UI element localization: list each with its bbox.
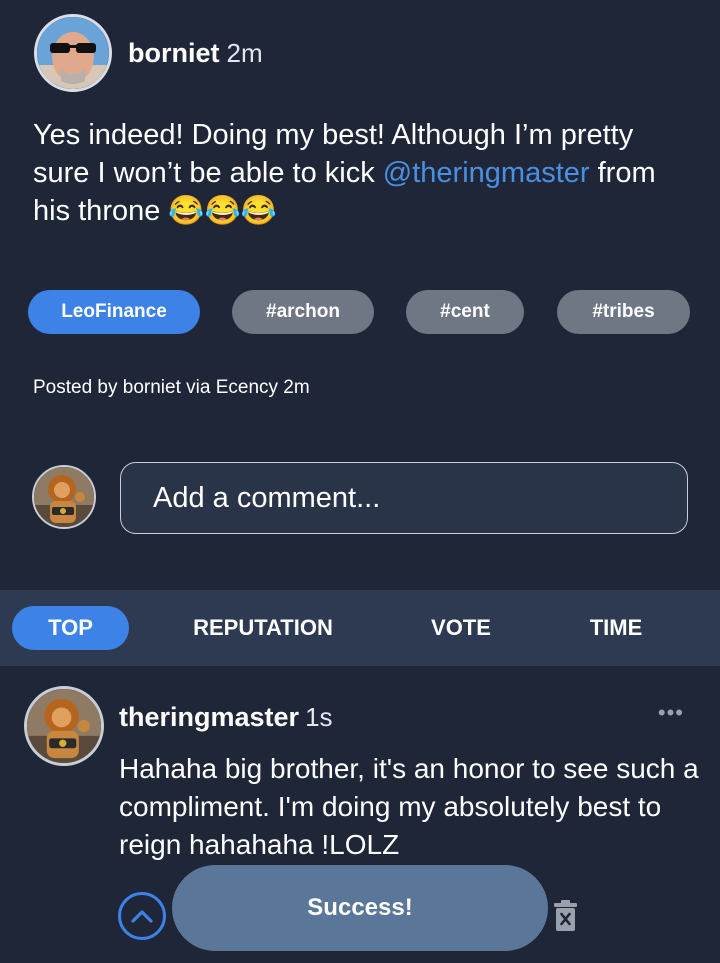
- mention-link[interactable]: @theringmaster: [383, 157, 590, 189]
- comment-author-line: theringmaster 1s: [119, 702, 333, 733]
- comment-avatar[interactable]: [24, 686, 104, 766]
- sort-tab-vote[interactable]: VOTE: [410, 606, 512, 650]
- tag-tribes[interactable]: #tribes: [557, 290, 690, 334]
- my-avatar[interactable]: [32, 465, 96, 529]
- tag-cent[interactable]: #cent: [406, 290, 524, 334]
- laughing-emoji-icon: 😂😂😂: [168, 195, 277, 227]
- trash-icon: [554, 900, 577, 931]
- sort-bar: TOP REPUTATION VOTE TIME: [0, 590, 720, 666]
- avatar-lion-icon: [34, 467, 94, 527]
- post-body: Yes indeed! Doing my best! Although I’m …: [33, 116, 673, 230]
- sort-tab-time[interactable]: TIME: [567, 606, 665, 650]
- comment-composer: [32, 462, 692, 534]
- author-name[interactable]: borniet: [128, 38, 220, 69]
- delete-button[interactable]: [553, 900, 578, 932]
- comment-time: 1s: [305, 702, 333, 732]
- comment-input[interactable]: [120, 462, 688, 534]
- posted-by: Posted by borniet via Ecency 2m: [33, 377, 310, 398]
- more-dots-icon[interactable]: •••: [658, 702, 684, 724]
- comment-author[interactable]: theringmaster: [119, 702, 299, 732]
- upvote-button[interactable]: [118, 892, 166, 940]
- comment-body: Hahaha big brother, it's an honor to see…: [119, 753, 699, 860]
- avatar-photo-icon: [37, 17, 109, 89]
- avatar-lion-icon: [27, 689, 101, 763]
- sort-tab-reputation[interactable]: REPUTATION: [178, 606, 348, 650]
- chevron-up-icon: [131, 910, 153, 923]
- author-avatar[interactable]: [34, 14, 112, 92]
- tag-archon[interactable]: #archon: [232, 290, 374, 334]
- post-header: borniet 2m: [34, 14, 263, 92]
- sort-tab-top[interactable]: TOP: [12, 606, 129, 650]
- tag-leofinance[interactable]: LeoFinance: [28, 290, 200, 334]
- post-time: 2m: [226, 37, 263, 68]
- tag-list: LeoFinance #archon #cent #tribes: [28, 290, 692, 334]
- success-toast: Success!: [172, 865, 548, 951]
